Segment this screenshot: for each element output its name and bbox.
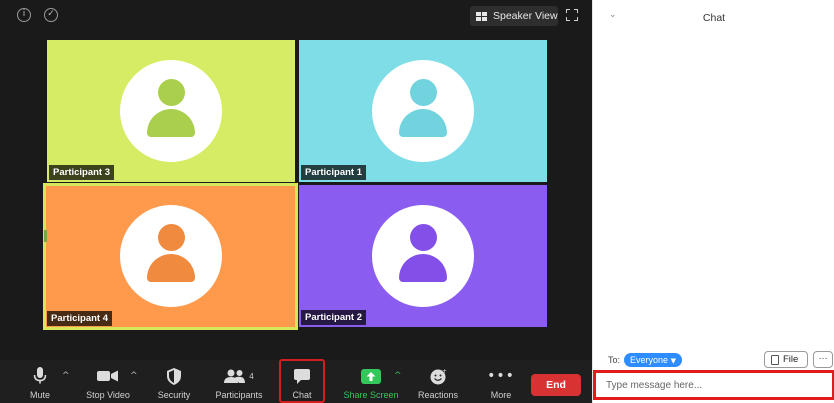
grid-icon	[476, 11, 487, 21]
tile-edge-marker	[44, 230, 47, 242]
participants-count: 4	[249, 371, 254, 381]
recipient-row: To: Everyone ▼	[608, 353, 682, 367]
chat-header: ⌄ Chat	[593, 0, 834, 34]
reactions-button[interactable]: + Reactions	[414, 360, 462, 403]
speaker-view-button[interactable]: Speaker View	[470, 6, 558, 26]
stop-video-button[interactable]: Stop Video	[82, 360, 134, 403]
participant-name-label: Participant 1	[301, 165, 367, 180]
caret-down-icon: ▼	[670, 357, 676, 365]
to-label: To:	[608, 355, 621, 365]
file-icon	[771, 354, 779, 365]
person-icon-head	[158, 79, 185, 106]
avatar	[120, 60, 222, 162]
video-tile-participant-4[interactable]: Participant 4	[43, 183, 298, 330]
meeting-top-bar: i ✓ Speaker View	[0, 0, 592, 34]
chat-message-list[interactable]	[593, 34, 834, 348]
more-label: More	[490, 390, 512, 400]
reactions-emoji-icon: +	[430, 367, 447, 385]
video-options-chevron-icon[interactable]: ^	[130, 371, 138, 381]
share-screen-button[interactable]: Share Screen	[340, 360, 402, 403]
chat-more-button[interactable]: ···	[813, 351, 833, 368]
person-icon-body	[399, 109, 447, 137]
avatar	[372, 60, 474, 162]
recipient-value: Everyone	[630, 355, 669, 365]
more-dots-icon: •••	[487, 368, 515, 384]
shield-check-icon[interactable]: ✓	[44, 8, 58, 22]
security-button[interactable]: Security	[152, 360, 196, 403]
share-options-chevron-icon[interactable]: ^	[394, 371, 402, 381]
chat-panel: ⌄ Chat To: Everyone ▼ File ···	[592, 0, 834, 403]
video-tile-participant-1[interactable]: Participant 1	[299, 40, 547, 182]
participant-name-label: Participant 2	[301, 310, 367, 325]
file-label: File	[783, 354, 799, 365]
mute-button[interactable]: Mute	[24, 360, 56, 403]
person-icon-body	[399, 254, 447, 282]
chat-message-input[interactable]	[593, 370, 834, 400]
video-camera-icon	[97, 367, 119, 385]
microphone-icon	[33, 367, 47, 385]
file-button[interactable]: File	[764, 351, 808, 368]
info-icon[interactable]: i	[17, 8, 31, 22]
stop-video-label: Stop Video	[86, 390, 130, 400]
more-button[interactable]: ••• More	[486, 360, 516, 403]
participants-button[interactable]: 4 Participants	[209, 360, 269, 403]
speaker-view-label: Speaker View	[493, 10, 558, 22]
avatar	[372, 205, 474, 307]
chat-button-highlight	[279, 359, 325, 403]
person-icon-head	[158, 224, 185, 251]
mute-options-chevron-icon[interactable]: ^	[62, 371, 70, 381]
person-icon-body	[147, 109, 195, 137]
meeting-window: i ✓ Speaker View Participant 3 Participa…	[0, 0, 592, 403]
svg-text:+: +	[442, 368, 447, 375]
share-screen-icon	[361, 367, 381, 385]
person-icon-head	[410, 79, 437, 106]
share-screen-label: Share Screen	[343, 390, 399, 400]
avatar	[120, 205, 222, 307]
participant-name-label: Participant 4	[47, 311, 113, 326]
participants-icon: 4	[224, 367, 254, 385]
mute-label: Mute	[29, 390, 50, 400]
chat-title: Chat	[702, 12, 726, 24]
recipient-dropdown[interactable]: Everyone ▼	[624, 353, 682, 367]
shield-icon	[167, 367, 181, 385]
fullscreen-icon[interactable]	[566, 9, 578, 21]
person-icon-head	[410, 224, 437, 251]
end-meeting-button[interactable]: End	[531, 374, 581, 396]
security-label: Security	[157, 390, 191, 400]
reactions-label: Reactions	[417, 390, 459, 400]
person-icon-body	[147, 254, 195, 282]
video-tile-participant-2[interactable]: Participant 2	[299, 185, 547, 327]
video-tile-participant-3[interactable]: Participant 3	[47, 40, 295, 182]
participants-label: Participants	[215, 390, 263, 400]
participant-name-label: Participant 3	[49, 165, 115, 180]
